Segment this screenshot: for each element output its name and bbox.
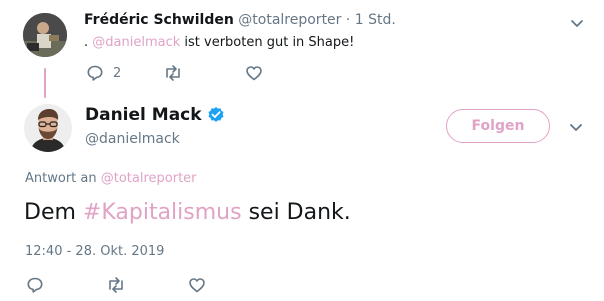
reply-header: Frédéric Schwilden @totalreporter · 1 St… xyxy=(84,12,396,28)
thread-connector xyxy=(44,68,46,98)
reply-count: 2 xyxy=(113,66,122,81)
hashtag-link[interactable]: #Kapitalismus xyxy=(83,200,242,225)
retweet-icon[interactable] xyxy=(106,276,126,294)
verified-badge-icon xyxy=(207,106,225,124)
reply-icon[interactable] xyxy=(86,64,104,82)
reply-to-line: Antwort an @totalreporter xyxy=(25,171,197,186)
tweet-text: Dem #Kapitalismus sei Dank. xyxy=(24,200,351,225)
reply-to-label: Antwort an xyxy=(25,171,97,186)
reply-author-name[interactable]: Frédéric Schwilden xyxy=(84,12,234,28)
follow-button[interactable]: Folgen xyxy=(446,109,550,143)
reply-separator: · xyxy=(345,12,351,28)
like-icon[interactable] xyxy=(188,276,206,294)
like-icon[interactable] xyxy=(245,64,263,82)
tweet-text-before: Dem xyxy=(24,200,83,225)
reply-time[interactable]: 1 Std. xyxy=(355,12,396,28)
reply-text: . @danielmack ist verboten gut in Shape! xyxy=(84,35,354,50)
avatar-daniel[interactable] xyxy=(24,104,72,152)
main-author-handle[interactable]: @danielmack xyxy=(85,131,180,147)
main-author-name[interactable]: Daniel Mack xyxy=(85,105,202,125)
avatar-frederic[interactable] xyxy=(23,13,67,57)
reply-icon[interactable] xyxy=(26,276,44,294)
reply-mention-link[interactable]: @danielmack xyxy=(92,35,180,50)
chevron-down-icon[interactable] xyxy=(568,119,584,135)
reply-text-rest: ist verboten gut in Shape! xyxy=(180,35,355,50)
chevron-down-icon[interactable] xyxy=(569,15,585,31)
reply-to-handle-link[interactable]: @totalreporter xyxy=(101,171,197,186)
retweet-icon[interactable] xyxy=(163,64,183,82)
tweet-timestamp[interactable]: 12:40 - 28. Okt. 2019 xyxy=(25,244,164,259)
tweet-text-after: sei Dank. xyxy=(241,200,351,225)
reply-author-handle[interactable]: @totalreporter xyxy=(238,12,341,28)
